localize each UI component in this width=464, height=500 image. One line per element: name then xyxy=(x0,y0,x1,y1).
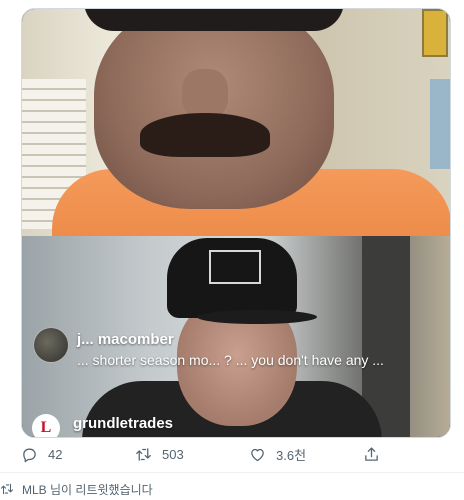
reply-button[interactable]: 42 xyxy=(21,444,62,464)
top-person-cap xyxy=(84,9,344,31)
retweet-icon xyxy=(136,447,151,461)
heart-icon xyxy=(251,448,264,461)
retweet-count: 503 xyxy=(162,446,184,462)
tweet-action-bar: 42 503 3.6천 xyxy=(21,444,451,464)
tweet-video-media[interactable]: j... macomber ... shorter season mo... ?… xyxy=(21,8,451,438)
top-person-mustache xyxy=(140,113,270,157)
top-person-nose xyxy=(182,69,228,119)
reply-count: 42 xyxy=(48,446,63,462)
commenter-avatar xyxy=(33,327,69,363)
like-count: 3.6천 xyxy=(276,447,307,463)
retweet-notice-text[interactable]: MLB 님이 리트윗했습니다 xyxy=(22,481,153,498)
live-host-username: grundletrades xyxy=(73,415,174,432)
retweet-notice: MLB 님이 리트윗했습니다 xyxy=(0,480,153,498)
commenter-username: j... macomber xyxy=(77,331,174,348)
share-icon xyxy=(365,446,378,461)
retweet-icon xyxy=(0,483,14,495)
tweet-divider xyxy=(0,472,464,473)
share-button[interactable] xyxy=(363,444,380,464)
video-top-panel xyxy=(22,9,450,236)
retweet-button[interactable]: 503 xyxy=(135,444,184,464)
like-button[interactable]: 3.6천 xyxy=(249,444,306,464)
comment-text: ... shorter season mo... ? ... you don't… xyxy=(77,352,384,368)
cap-brim xyxy=(197,310,317,324)
wall-poster xyxy=(430,79,450,169)
wall-frame xyxy=(422,9,448,57)
cap-logo xyxy=(209,250,261,284)
reply-icon xyxy=(23,448,36,462)
live-host-avatar: L xyxy=(32,414,60,437)
